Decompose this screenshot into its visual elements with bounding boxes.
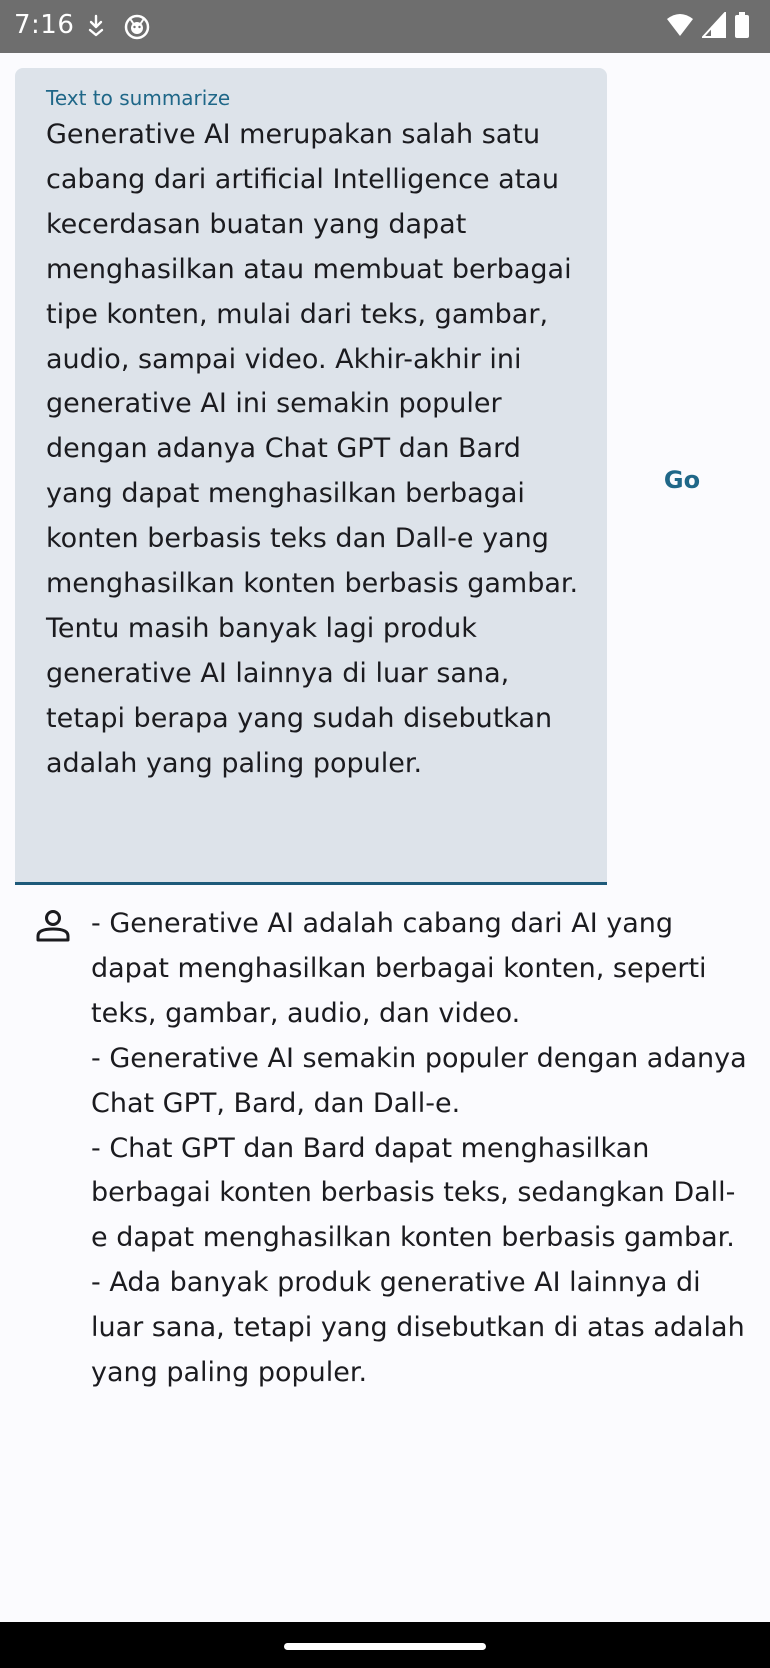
text-to-summarize-field[interactable]: Text to summarize Generative AI merupaka… [15, 68, 607, 885]
field-label: Text to summarize [46, 86, 231, 110]
summary-line: - Generative AI semakin populer dengan a… [91, 1042, 747, 1119]
summary-line: - Ada banyak produk generative AI lainny… [91, 1267, 745, 1389]
summary-text: - Generative AI adalah cabang dari AI ya… [91, 902, 751, 1396]
navigation-bar [0, 1622, 770, 1668]
app-notification-icon [124, 14, 150, 40]
go-button[interactable]: Go [637, 455, 727, 505]
text-to-summarize-input[interactable]: Generative AI merupakan salah satu caban… [46, 113, 586, 787]
cell-signal-icon [700, 10, 726, 42]
wifi-icon [666, 12, 694, 42]
status-time: 7:16 [14, 10, 75, 40]
battery-icon [734, 12, 750, 42]
home-gesture-handle[interactable] [284, 1643, 486, 1650]
summary-line: - Generative AI adalah cabang dari AI ya… [91, 908, 707, 1029]
status-bar: 7:16 [0, 0, 770, 53]
summary-line: - Chat GPT dan Bard dapat menghasilkan b… [91, 1132, 736, 1254]
person-icon [35, 908, 71, 944]
status-icons [666, 10, 750, 42]
download-icon [84, 14, 108, 38]
